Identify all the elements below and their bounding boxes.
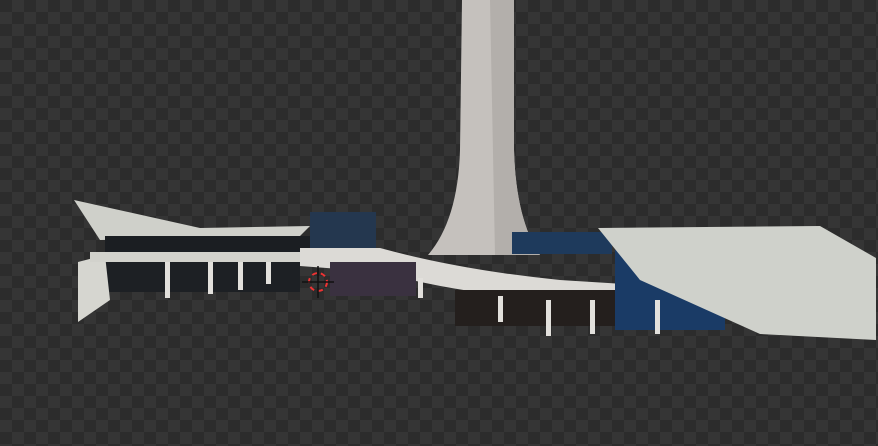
tower-shade [490, 0, 540, 255]
render-viewport[interactable] [0, 0, 878, 446]
left-building-glass [105, 236, 315, 254]
tower [428, 0, 540, 255]
scene-render [74, 0, 876, 340]
right-building-glass [512, 232, 612, 254]
left-walkway [90, 252, 320, 262]
left-roof-wing [74, 200, 310, 240]
left-ramp [78, 255, 110, 322]
3d-cursor-icon[interactable] [302, 266, 334, 298]
central-glass-block [310, 212, 376, 248]
storefront-left [330, 262, 416, 296]
